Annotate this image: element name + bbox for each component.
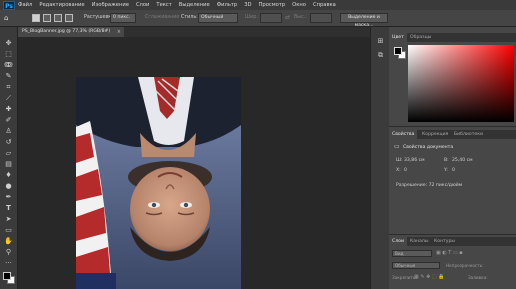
- pen-tool-icon[interactable]: ✒: [3, 193, 14, 201]
- panel-divider: [389, 234, 516, 235]
- foreground-color-swatch[interactable]: [3, 272, 11, 280]
- tab-libraries[interactable]: Библиотеки: [451, 130, 486, 139]
- width-prop-value[interactable]: 33,86 см: [404, 158, 425, 163]
- history-brush-tool-icon[interactable]: ↺: [3, 138, 14, 146]
- opacity-label: Непрозрачность:: [446, 263, 484, 268]
- menu-view[interactable]: Просмотр: [259, 2, 286, 8]
- kind-filter-label: Вид: [395, 251, 404, 256]
- panel-divider: [389, 126, 516, 127]
- intersect-selection-icon[interactable]: [65, 14, 73, 22]
- resolution-text: Разрешение: 72 пикс/дюйм: [396, 183, 463, 188]
- document-properties-icon: ▭: [394, 143, 400, 150]
- properties-title: Свойства документа: [403, 145, 454, 150]
- tab-color[interactable]: Цвет: [389, 33, 407, 42]
- zoom-tool-icon[interactable]: ⚲: [3, 248, 14, 256]
- y-prop-value[interactable]: 0: [452, 168, 455, 173]
- tab-adjustments[interactable]: Коррекция: [419, 130, 451, 139]
- tools-panel: ✥ ⬚ ↂ ✎ ⌗ ⟋ ✚ ✐ ♙ ↺ ▱ ▤ ♦ ● ✒ T ➤ ▭ ✋ ⚲ …: [0, 27, 18, 289]
- menu-filter[interactable]: Фильтр: [217, 2, 238, 8]
- width-field[interactable]: [260, 13, 282, 23]
- tab-paths[interactable]: Контуры: [431, 237, 458, 246]
- eyedropper-tool-icon[interactable]: ⟋: [3, 94, 14, 102]
- tab-channels[interactable]: Каналы: [407, 237, 431, 246]
- layers-panel-tabs: Слои Каналы Контуры: [389, 237, 516, 246]
- dodge-tool-icon[interactable]: ●: [3, 182, 14, 190]
- document-tab-title: PS_BlogBanner.jpg @ 77,3% (RGB/8#): [22, 29, 111, 34]
- height-label: Выс.:: [294, 15, 307, 20]
- color-panel-tabs: Цвет Образцы: [389, 33, 516, 42]
- document-image[interactable]: [76, 77, 241, 289]
- arrange-panel-icon[interactable]: ⧉: [376, 51, 385, 60]
- healing-brush-tool-icon[interactable]: ✚: [3, 105, 14, 113]
- crop-tool-icon[interactable]: ⌗: [3, 83, 14, 91]
- document-tab[interactable]: PS_BlogBanner.jpg @ 77,3% (RGB/8#) ×: [18, 27, 124, 37]
- home-icon[interactable]: ⌂: [4, 13, 16, 23]
- menu-select[interactable]: Выделение: [179, 2, 210, 8]
- menu-help[interactable]: Справка: [313, 2, 336, 8]
- quick-select-tool-icon[interactable]: ✎: [3, 72, 14, 80]
- menu-type[interactable]: Текст: [156, 2, 171, 8]
- tab-properties[interactable]: Свойства: [389, 130, 418, 139]
- tab-swatches[interactable]: Образцы: [407, 33, 434, 42]
- select-and-mask-button[interactable]: Выделение и маска...: [340, 13, 388, 28]
- gradient-tool-icon[interactable]: ▤: [3, 160, 14, 168]
- brush-tool-icon[interactable]: ✐: [3, 116, 14, 124]
- height-prop-label: В:: [444, 158, 449, 163]
- subtract-selection-icon[interactable]: [54, 14, 62, 22]
- fill-label: Заливка:: [468, 275, 488, 280]
- width-label: Шир.:: [245, 15, 260, 20]
- y-prop-label: Y:: [444, 168, 448, 173]
- height-prop-value[interactable]: 25,40 см: [452, 158, 473, 163]
- layer-filter-icons[interactable]: ▣ ◐ T ▭ ▪: [436, 250, 463, 256]
- menu-edit[interactable]: Редактирование: [39, 2, 84, 8]
- menu-3d[interactable]: 3D: [244, 2, 251, 8]
- height-field[interactable]: [310, 13, 332, 23]
- clone-stamp-tool-icon[interactable]: ♙: [3, 127, 14, 135]
- photoshop-logo: Ps: [3, 0, 15, 10]
- tab-layers[interactable]: Слои: [389, 237, 407, 246]
- style-select[interactable]: Обычный: [198, 13, 238, 23]
- type-tool-icon[interactable]: T: [3, 204, 14, 212]
- menu-file[interactable]: Файл: [18, 2, 32, 8]
- antialias-checkbox-label[interactable]: Сглаживание: [145, 13, 179, 23]
- upside-down-portrait-image: [76, 77, 241, 289]
- path-selection-tool-icon[interactable]: ➤: [3, 215, 14, 223]
- panel-foreground-swatch[interactable]: [394, 47, 402, 55]
- layer-kind-filter[interactable]: Вид: [392, 250, 432, 257]
- menu-bar: Ps Файл Редактирование Изображение Слои …: [0, 0, 516, 10]
- close-tab-icon[interactable]: ×: [117, 27, 121, 37]
- add-selection-icon[interactable]: [43, 14, 51, 22]
- x-prop-label: X:: [396, 168, 401, 173]
- style-label: Стиль:: [181, 15, 198, 20]
- x-prop-value[interactable]: 0: [404, 168, 407, 173]
- hand-tool-icon[interactable]: ✋: [3, 237, 14, 245]
- panel-icon-strip: ⊞ ⧉: [370, 27, 390, 289]
- blend-mode-value: Обычные: [395, 263, 416, 268]
- lock-icons[interactable]: ▦ ✎ ✥ ⬚ 🔒: [414, 274, 444, 280]
- rectangle-tool-icon[interactable]: ▭: [3, 226, 14, 234]
- menu-window[interactable]: Окно: [292, 2, 306, 8]
- lasso-tool-icon[interactable]: ↂ: [3, 61, 14, 69]
- color-picker-field[interactable]: [408, 45, 514, 122]
- eraser-tool-icon[interactable]: ▱: [3, 149, 14, 157]
- move-tool-icon[interactable]: ✥: [3, 39, 14, 47]
- menu-image[interactable]: Изображение: [92, 2, 129, 8]
- feather-field[interactable]: 0 пикс.: [110, 13, 136, 23]
- marquee-tool-icon[interactable]: ⬚: [3, 50, 14, 58]
- blur-tool-icon[interactable]: ♦: [3, 171, 14, 179]
- options-bar: ⌂ Растушевка: 0 пикс. Сглаживание Стиль:…: [0, 10, 516, 28]
- history-panel-icon[interactable]: ⊞: [376, 37, 385, 46]
- more-tools-icon[interactable]: ···: [3, 259, 14, 267]
- new-selection-icon[interactable]: [32, 14, 40, 22]
- menu-layers[interactable]: Слои: [136, 2, 149, 8]
- swap-arrows-icon[interactable]: ⇄: [285, 13, 290, 23]
- blend-mode-select[interactable]: Обычные: [392, 262, 440, 269]
- width-prop-label: Ш:: [396, 158, 403, 163]
- properties-panel-tabs: Свойства Коррекция Библиотеки: [389, 130, 516, 139]
